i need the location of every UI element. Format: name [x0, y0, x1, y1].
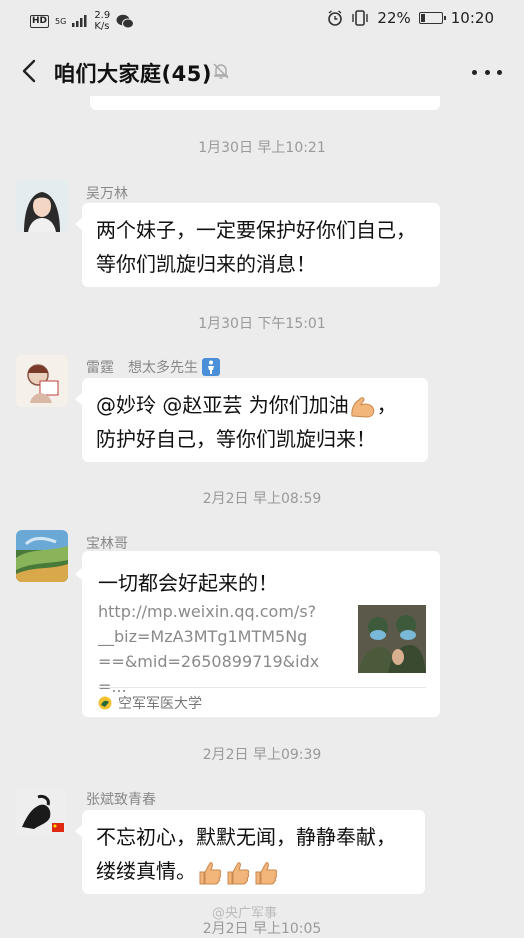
message-text: 不忘初心，默默无闻，静静奉献， — [96, 825, 396, 849]
avatar[interactable] — [16, 787, 66, 837]
chat-header: 咱们大家庭(45) — [0, 38, 524, 104]
sender-name: 吴万林 — [86, 186, 128, 202]
thumbs-up-emoji — [199, 861, 222, 884]
thumbs-up-emoji — [255, 861, 278, 884]
network-type: 5G — [55, 16, 67, 26]
message-bubble[interactable]: 不忘初心，默默无闻，静静奉献， 缕缕真情。 — [75, 810, 425, 894]
clock: 10:20 — [450, 9, 494, 27]
avatar-photo — [16, 530, 68, 582]
message-text: 等你们凯旋归来的消息！ — [96, 252, 316, 276]
vibrate-icon — [352, 10, 369, 26]
message-timestamp: 1月30日 早上10:21 — [198, 140, 326, 156]
link-card-title: 一切都会好起来的！ — [98, 571, 278, 595]
watermark: @央广军事 — [212, 906, 278, 921]
sender-name-row: 雷霆 想太多先生 — [86, 357, 220, 377]
link-card-url: http://mp.weixin.qq.com/s? __biz=MzA3MTg… — [98, 599, 338, 699]
message-text: 缕缕真情。 — [96, 859, 196, 883]
message-bubble[interactable]: 两个妹子，一定要保护好你们自己， 等你们凯旋归来的消息！ — [75, 203, 440, 287]
message-text: 两个妹子，一定要保护好你们自己， — [96, 218, 416, 242]
avatar[interactable] — [16, 180, 68, 232]
sender-name: 雷霆 想太多先生 — [86, 360, 198, 376]
avatar[interactable] — [16, 355, 68, 407]
battery-percent: 22% — [377, 9, 411, 27]
message-text-line: 缕缕真情。 — [96, 854, 411, 888]
link-card-source: 空军军医大学 — [98, 693, 202, 713]
alarm-icon — [328, 10, 343, 26]
flexed-biceps-emoji — [351, 396, 374, 418]
wechat-icon — [116, 14, 135, 28]
sender-name: 宝林哥 — [86, 536, 128, 552]
sender-name: 张斌致青春 — [86, 792, 156, 808]
mute-bell-icon — [213, 63, 229, 79]
back-button[interactable] — [14, 54, 44, 88]
chat-title: 咱们大家庭(45) — [54, 62, 212, 86]
link-card[interactable]: 一切都会好起来的！ http://mp.weixin.qq.com/s? __b… — [75, 551, 440, 717]
message-timestamp: 2月2日 早上08:59 — [202, 491, 322, 507]
message-timestamp: 2月2日 早上10:05 — [202, 921, 322, 937]
message-text: @妙玲 @赵亚芸 为你们加油 — [96, 393, 349, 417]
link-url-line: http://mp.weixin.qq.com/s? — [98, 602, 317, 621]
battery-icon — [418, 12, 446, 24]
message-text: ， — [376, 393, 397, 417]
message-text-line: @妙玲 @赵亚芸 为你们加油 ， — [96, 388, 414, 422]
chevron-left-icon — [22, 59, 36, 83]
message-text: 防护好自己，等你们凯旋归来！ — [96, 427, 376, 451]
status-bar: HD 5G 2.9 K/s 22% 10:20 — [0, 0, 524, 38]
signal-icon — [72, 15, 87, 27]
more-dot-icon — [497, 69, 502, 75]
avatar-photo — [16, 180, 68, 232]
source-logo-icon — [98, 696, 112, 710]
network-speed: 2.9 K/s — [94, 10, 111, 32]
avatar[interactable] — [16, 530, 68, 582]
card-divider — [98, 687, 426, 688]
avatar-photo — [16, 355, 68, 407]
message-timestamp: 2月2日 早上09:39 — [202, 747, 322, 763]
more-options-button[interactable] — [472, 60, 502, 84]
link-url-line: ==&mid=2650899719&idx=... — [98, 652, 320, 696]
message-timestamp: 1月30日 下午15:01 — [198, 316, 326, 332]
previous-message-bubble[interactable] — [90, 96, 440, 110]
message-bubble[interactable]: @妙玲 @赵亚芸 为你们加油 ， 防护好自己，等你们凯旋归来！ — [75, 378, 428, 462]
link-card-thumbnail — [358, 605, 426, 673]
link-url-line: __biz=MzA3MTg1MTM5Ng — [98, 627, 308, 646]
more-dot-icon — [472, 69, 477, 75]
source-name: 空军军医大学 — [118, 696, 202, 712]
hd-badge: HD — [30, 14, 50, 28]
thumbs-up-emoji — [227, 861, 250, 884]
more-dot-icon — [484, 69, 490, 75]
avatar-photo — [16, 787, 66, 837]
person-badge-icon — [202, 358, 220, 376]
